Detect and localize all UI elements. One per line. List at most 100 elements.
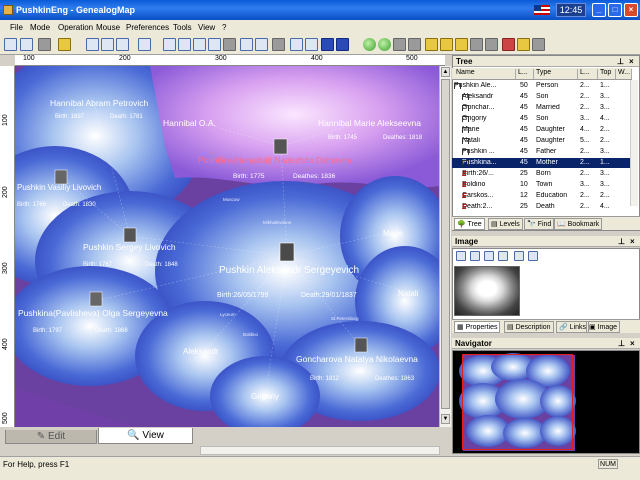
col-left[interactable]: L... [578, 69, 598, 79]
menu-help[interactable]: ? [222, 23, 226, 32]
region-label[interactable]: Marie [383, 229, 404, 238]
col-top[interactable]: Top [598, 69, 616, 79]
zoom-out-icon[interactable] [528, 251, 538, 261]
forward-icon[interactable] [393, 38, 406, 51]
portrait-nadezhda-icon[interactable] [273, 138, 288, 155]
menu-tools[interactable]: Tools [173, 23, 192, 32]
person-name-main[interactable]: Pushkin Aleksandr Sergeyevich [219, 265, 359, 276]
menu-view[interactable]: View [198, 23, 215, 32]
last-icon[interactable] [408, 38, 421, 51]
tree-row[interactable]: E Carskos... 12 Education 2... 2... [452, 191, 632, 201]
tree-row[interactable]: Natali 45 Daughter 5... 2... [452, 136, 632, 146]
maximize-button[interactable]: □ [608, 3, 622, 17]
col-width[interactable]: W... [616, 69, 632, 79]
check-icon[interactable] [470, 38, 483, 51]
person-name[interactable]: Hannibal Abram Petrovich [50, 98, 149, 108]
tree-row[interactable]: E Birth:26/... 25 Born 2... 3... [452, 169, 632, 179]
menu-mouse[interactable]: Mouse [96, 23, 120, 32]
network-icon[interactable] [290, 38, 303, 51]
family-icon[interactable] [336, 38, 349, 51]
zoom-out-icon[interactable] [255, 38, 268, 51]
person-name[interactable]: Hannibal Marie Alekseevna [318, 118, 421, 128]
color-icon[interactable] [502, 38, 515, 51]
place-label[interactable]: St.Petersburg [331, 316, 359, 321]
person-name[interactable]: Pushkin Sergey Livovich [83, 242, 176, 252]
tree-row[interactable]: Aleksandr 45 Son 2... 3... [452, 92, 632, 102]
zoom-in-icon[interactable] [514, 251, 524, 261]
menu-operation[interactable]: Operation [58, 23, 93, 32]
map-vertical-scrollbar[interactable]: ▲ ▼ [439, 66, 451, 427]
layout-2-icon[interactable] [178, 38, 191, 51]
layout-3-icon[interactable] [193, 38, 206, 51]
scroll-down-icon[interactable]: ▼ [441, 414, 450, 424]
portrait-aleksandr-icon[interactable] [279, 242, 295, 262]
tab-image[interactable]: ▣ Image [586, 321, 621, 333]
grid-icon[interactable] [272, 38, 285, 51]
first-icon[interactable] [363, 38, 376, 51]
image-tool-icon[interactable] [484, 251, 494, 261]
image-tool-icon[interactable] [456, 251, 466, 261]
region-label[interactable]: Natali [398, 289, 419, 298]
place-label[interactable]: Moscow [223, 197, 240, 202]
person-icon[interactable] [321, 38, 334, 51]
tab-properties[interactable]: ▦ Properties [454, 321, 501, 333]
region-label[interactable]: Aleksandr [183, 347, 219, 356]
close-panel-icon[interactable]: × [629, 56, 634, 67]
close-panel-icon[interactable]: × [630, 236, 635, 247]
person-name[interactable]: Goncharova Natalya Nikolaevna [296, 354, 418, 364]
pin-icon[interactable]: ⊥ [618, 338, 625, 349]
place-label[interactable]: Lyceum [220, 312, 236, 317]
pin-icon[interactable]: ⊥ [617, 56, 624, 67]
person-name[interactable]: Hannibal O.A. [163, 118, 216, 128]
tab-tree[interactable]: 🌳 Tree [454, 218, 485, 230]
col-type[interactable]: Type [534, 69, 578, 79]
zoom-window-icon[interactable] [116, 38, 129, 51]
close-panel-icon[interactable]: × [630, 338, 635, 349]
image-tool-icon[interactable] [470, 251, 480, 261]
tab-description[interactable]: ▤ Description [504, 321, 554, 333]
person-name[interactable]: Pushkina(Pavlisheva) Olga Sergeyevna [18, 308, 168, 318]
tip-icon[interactable] [455, 38, 468, 51]
tree-row[interactable]: Marie 45 Daughter 4... 2... [452, 125, 632, 135]
person-name[interactable]: Pushkin Vasiliy Livovich [17, 183, 101, 192]
menu-preferences[interactable]: Preferences [126, 23, 169, 32]
tab-levels[interactable]: ▤ Levels [488, 218, 523, 230]
palette-icon[interactable] [517, 38, 530, 51]
tab-bookmark[interactable]: 📖 Bookmark [554, 218, 603, 230]
tree-layout-icon[interactable] [305, 38, 318, 51]
tree-row[interactable]: Pushkin ... 45 Father 2... 3... [452, 147, 632, 157]
navigator-viewport-frame[interactable] [462, 354, 573, 450]
pan-icon[interactable] [138, 38, 151, 51]
idea-icon[interactable] [440, 38, 453, 51]
new-icon[interactable] [4, 38, 17, 51]
bookmark-icon[interactable] [485, 38, 498, 51]
pin-icon[interactable]: ⊥ [618, 236, 625, 247]
col-name[interactable]: Name [454, 69, 516, 79]
tab-find[interactable]: 🔭 Find [524, 218, 555, 230]
place-label[interactable]: Mikhailovskoe [263, 220, 292, 225]
menu-mode[interactable]: Mode [30, 23, 50, 32]
print-icon[interactable] [38, 38, 51, 51]
zoom-in-icon[interactable] [240, 38, 253, 51]
tree-row[interactable]: E Death:2... 25 Death 2... 4... [452, 202, 632, 212]
scroll-up-icon[interactable]: ▲ [441, 67, 450, 77]
portrait-sergey-icon[interactable] [123, 227, 137, 243]
language-flag-icon[interactable] [534, 5, 550, 15]
image-tool-icon[interactable] [498, 251, 508, 261]
minimize-button[interactable]: _ [592, 3, 606, 17]
portrait-natalya-icon[interactable] [354, 337, 368, 353]
layout-4-icon[interactable] [208, 38, 221, 51]
map-horizontal-scrollbar[interactable] [200, 446, 440, 455]
col-level[interactable]: L... [516, 69, 534, 79]
tree-scrollbar[interactable] [630, 80, 638, 206]
tab-links[interactable]: 🔗 Links [556, 321, 590, 333]
fit-icon[interactable] [223, 38, 236, 51]
back-icon[interactable] [378, 38, 391, 51]
region-label[interactable]: Grigoriy [251, 392, 279, 401]
menu-file[interactable]: File [10, 23, 23, 32]
bulb-icon[interactable] [425, 38, 438, 51]
pointer-icon[interactable] [86, 38, 99, 51]
options-icon[interactable] [532, 38, 545, 51]
portrait-olga-icon[interactable] [89, 291, 103, 307]
layout-1-icon[interactable] [163, 38, 176, 51]
